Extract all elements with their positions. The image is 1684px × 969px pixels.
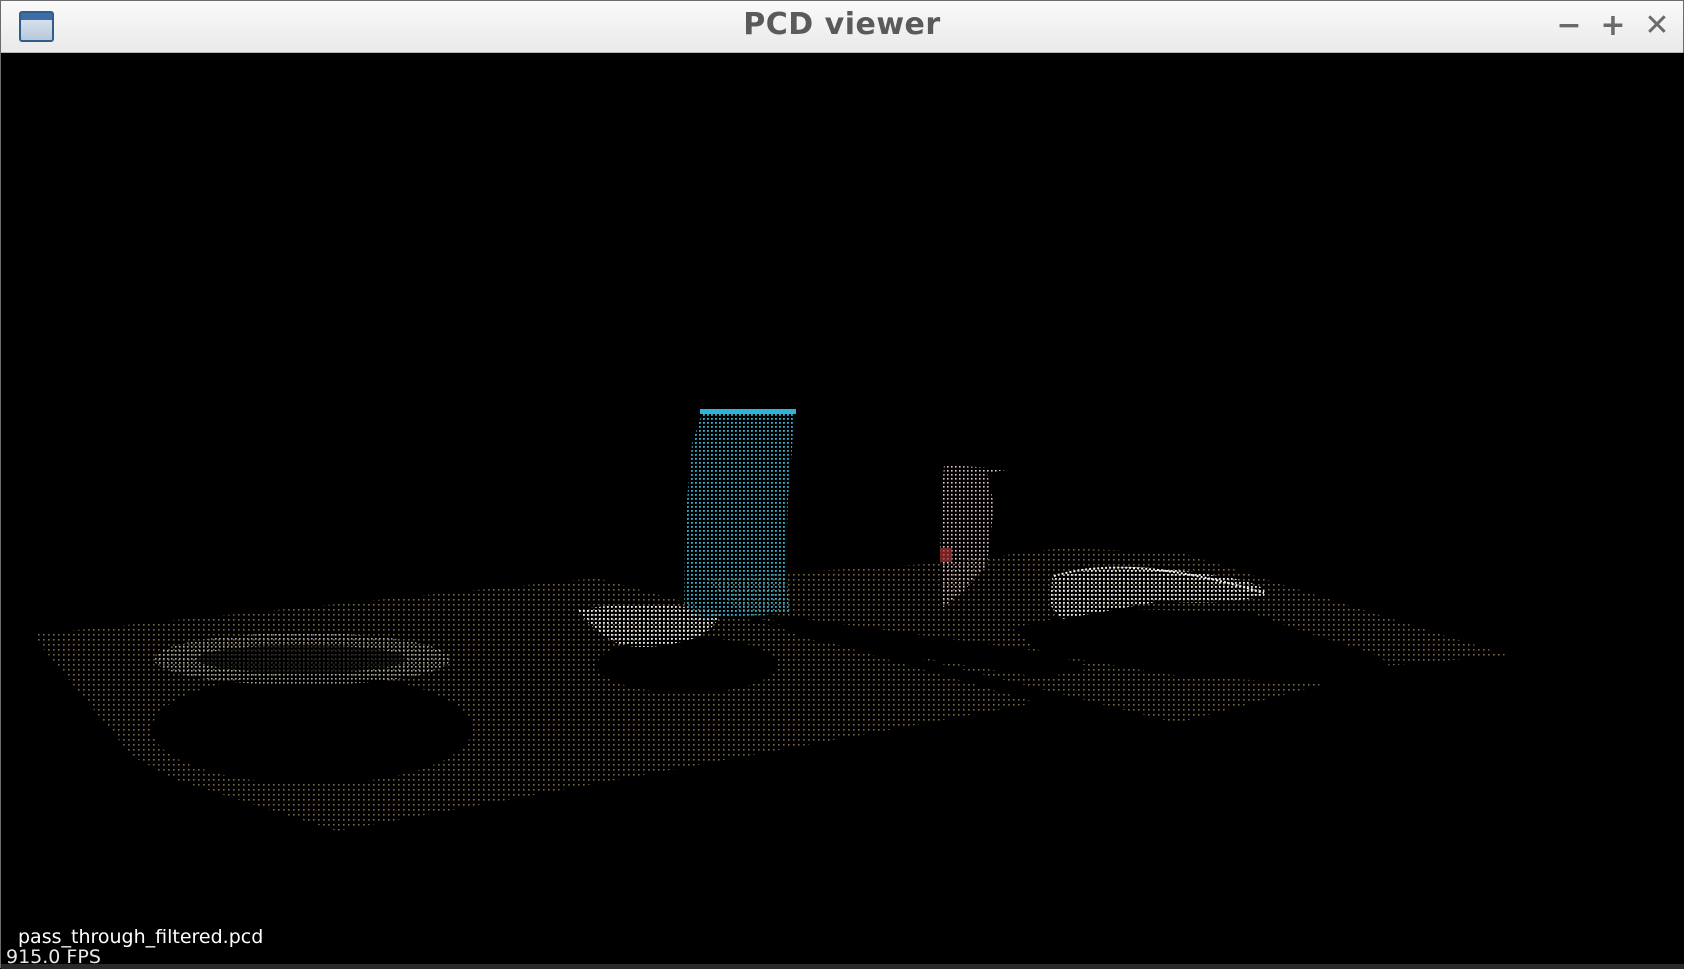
point-cloud-canvas[interactable] (2, 53, 1684, 967)
shadow-large-bowl (152, 674, 472, 784)
pink-object-accent (940, 548, 952, 562)
shadow-small-bowl (597, 637, 777, 693)
title-bar[interactable]: PCD viewer − + ✕ (1, 1, 1683, 53)
window-bottom-border (1, 964, 1684, 969)
close-button[interactable]: ✕ (1637, 7, 1677, 45)
large-bowl-inner (197, 645, 407, 673)
cyan-cylinder-top (700, 409, 796, 414)
pcd-viewer-window: PCD viewer − + ✕ pass_through_filtered.p… (0, 0, 1684, 969)
minimize-button[interactable]: − (1549, 7, 1589, 45)
cyan-cylinder (684, 413, 794, 619)
point-cloud-viewport[interactable]: pass_through_filtered.pcd 915.0 FPS (2, 53, 1684, 967)
window-title: PCD viewer (743, 7, 941, 42)
maximize-button[interactable]: + (1593, 7, 1633, 45)
cloud-filename-label: pass_through_filtered.pcd (18, 926, 264, 948)
